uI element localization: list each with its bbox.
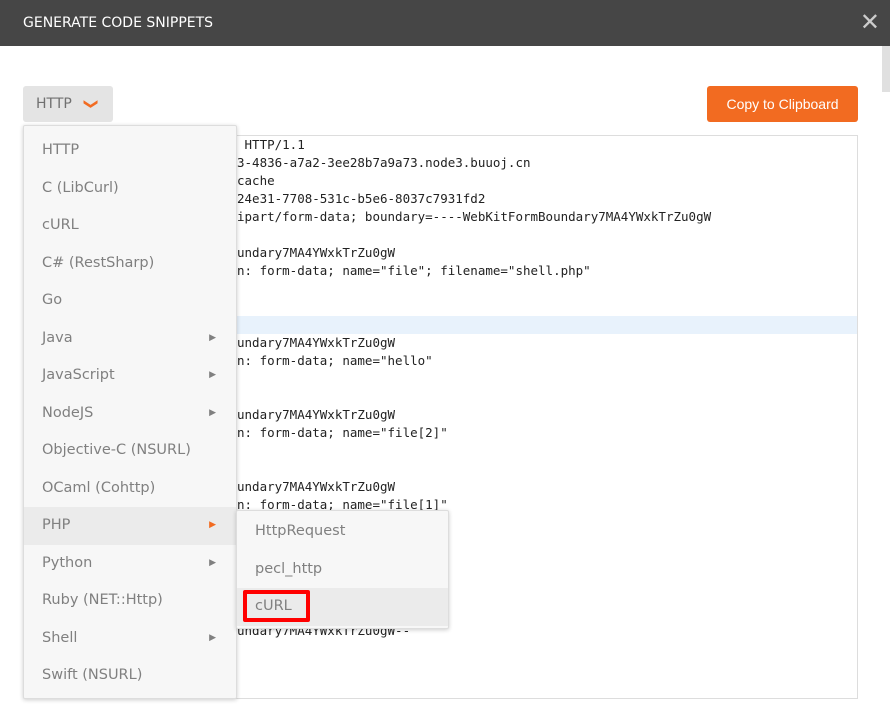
language-select-value: HTTP xyxy=(36,96,72,112)
submenu-item-httprequest[interactable]: HttpRequest xyxy=(237,513,448,551)
menu-item-label: cURL xyxy=(42,217,79,233)
highlight-box xyxy=(243,590,310,622)
menu-item-ocaml-cohttp[interactable]: OCaml (Cohttp) xyxy=(24,470,236,508)
dialog-title: GENERATE CODE SNIPPETS xyxy=(23,15,214,31)
code-line: ipart/form-data; boundary=----WebKitForm… xyxy=(237,209,712,224)
menu-item-label: Ruby (NET::Http) xyxy=(42,592,163,608)
menu-item-php[interactable]: PHP ▶ xyxy=(24,507,236,545)
caret-right-icon: ▶ xyxy=(209,520,216,530)
language-select[interactable]: HTTP ❯ xyxy=(23,86,113,122)
menu-item-label: Objective-C (NSURL) xyxy=(42,442,191,458)
dialog-header: GENERATE CODE SNIPPETS ✕ xyxy=(0,0,890,46)
code-line: 24e31-7708-531c-b5e6-8037c7931fd2 xyxy=(237,191,486,206)
code-line: 3-4836-a7a2-3ee28b7a9a73.node3.buuoj.cn xyxy=(237,155,531,170)
code-line: n: form-data; name="file"; filename="she… xyxy=(237,263,591,278)
menu-item-label: C# (RestSharp) xyxy=(42,254,155,271)
menu-item-java[interactable]: Java ▶ xyxy=(24,320,236,358)
menu-item-python[interactable]: Python ▶ xyxy=(24,545,236,583)
menu-item-http[interactable]: HTTP xyxy=(24,132,236,170)
menu-item-label: Python xyxy=(42,554,93,571)
submenu-item-curl[interactable]: cURL xyxy=(237,588,448,626)
language-menu: HTTP C (LibCurl) cURL C# (RestSharp) Go Java ▶… xyxy=(23,125,237,699)
copy-to-clipboard-button[interactable]: Copy to Clipboard xyxy=(707,86,858,122)
code-line: HTTP/1.1 xyxy=(237,137,305,152)
menu-item-shell[interactable]: Shell ▶ xyxy=(24,620,236,658)
close-icon[interactable]: ✕ xyxy=(860,8,880,36)
menu-item-c-libcurl[interactable]: C (LibCurl) xyxy=(24,170,236,208)
code-line: n: form-data; name="hello" xyxy=(237,353,433,368)
menu-item-c-restsharp[interactable]: C# (RestSharp) xyxy=(24,245,236,283)
code-line xyxy=(158,316,857,334)
code-line: n: form-data; name="file[2]" xyxy=(237,425,448,440)
menu-item-label: HTTP xyxy=(42,142,80,158)
submenu-item-pecl-http[interactable]: pecl_http xyxy=(237,551,448,589)
menu-item-go[interactable]: Go xyxy=(24,282,236,320)
caret-right-icon: ▶ xyxy=(209,557,216,568)
menu-item-label: C (LibCurl) xyxy=(42,179,119,196)
menu-item-label: NodeJS xyxy=(42,404,94,421)
menu-item-label: Swift (NSURL) xyxy=(42,667,143,683)
code-line: undary7MA4YWxkTrZu0gW xyxy=(237,479,396,494)
submenu-item-label: HttpRequest xyxy=(255,523,346,539)
caret-right-icon: ▶ xyxy=(209,332,216,343)
menu-item-label: Shell xyxy=(42,629,78,646)
code-line: undary7MA4YWxkTrZu0gW xyxy=(237,245,396,260)
menu-item-javascript[interactable]: JavaScript ▶ xyxy=(24,357,236,395)
menu-item-label: Go xyxy=(42,292,63,308)
menu-item-nodejs[interactable]: NodeJS ▶ xyxy=(24,395,236,433)
menu-item-label: JavaScript xyxy=(42,367,115,383)
menu-item-ruby-net-http[interactable]: Ruby (NET::Http) xyxy=(24,582,236,620)
caret-right-icon: ▶ xyxy=(209,370,216,380)
caret-right-icon: ▶ xyxy=(209,407,216,418)
menu-item-label: OCaml (Cohttp) xyxy=(42,479,156,496)
menu-item-label: PHP xyxy=(42,517,71,533)
chevron-down-icon: ❯ xyxy=(82,98,99,110)
scrollbar[interactable] xyxy=(882,46,890,92)
code-line: cache xyxy=(237,173,275,188)
php-submenu: HttpRequest pecl_http cURL xyxy=(236,510,449,629)
code-line: undary7MA4YWxkTrZu0gW xyxy=(237,407,396,422)
submenu-item-label: pecl_http xyxy=(255,560,323,577)
menu-item-swift-nsurl[interactable]: Swift (NSURL) xyxy=(24,657,236,695)
menu-item-objective-c-nsurl[interactable]: Objective-C (NSURL) xyxy=(24,432,236,470)
menu-item-label: Java xyxy=(42,329,73,346)
caret-right-icon: ▶ xyxy=(209,632,216,643)
code-line: undary7MA4YWxkTrZu0gW xyxy=(237,335,396,350)
menu-item-curl[interactable]: cURL xyxy=(24,207,236,245)
